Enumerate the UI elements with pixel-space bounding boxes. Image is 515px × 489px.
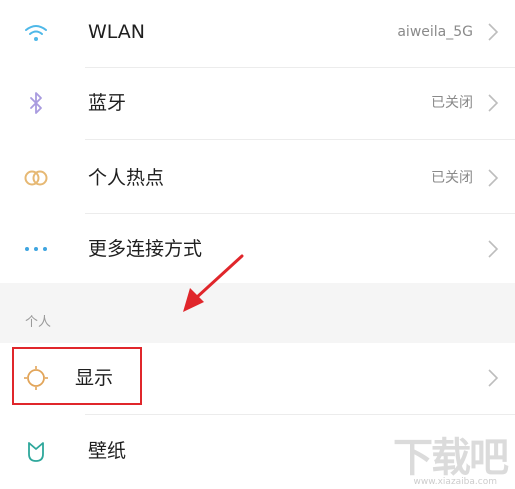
section-separator	[0, 283, 515, 343]
settings-row-hotspot[interactable]: 个人热点 已关闭	[0, 140, 515, 212]
wallpaper-label: 壁纸	[88, 440, 127, 462]
wifi-icon	[25, 25, 47, 41]
chevron-right-icon	[488, 23, 499, 41]
wallpaper-icon	[28, 442, 44, 462]
chevron-right-icon	[488, 169, 499, 187]
bluetooth-value: 已关闭	[431, 95, 473, 111]
wlan-label: WLAN	[88, 21, 146, 43]
more-connection-label: 更多连接方式	[88, 238, 203, 260]
chevron-right-icon	[488, 240, 499, 258]
hotspot-value: 已关闭	[431, 170, 473, 186]
settings-row-wlan[interactable]: WLAN aiweila_5G	[0, 0, 515, 66]
chevron-right-icon	[488, 94, 499, 112]
settings-row-more-connection[interactable]: 更多连接方式	[0, 214, 515, 283]
hotspot-label: 个人热点	[88, 167, 165, 189]
settings-row-bluetooth[interactable]: 蓝牙 已关闭	[0, 68, 515, 138]
hotspot-icon	[24, 170, 48, 186]
highlight-box	[12, 347, 142, 405]
watermark-url: www.xiazaiba.com	[413, 477, 497, 487]
bluetooth-icon	[30, 92, 42, 114]
chevron-right-icon	[488, 369, 499, 387]
bluetooth-label: 蓝牙	[88, 92, 127, 114]
watermark-logo: 下载吧	[393, 435, 509, 481]
section-header-personal: 个人	[25, 315, 52, 330]
more-dots-icon	[25, 247, 47, 251]
wlan-value: aiweila_5G	[397, 24, 473, 40]
